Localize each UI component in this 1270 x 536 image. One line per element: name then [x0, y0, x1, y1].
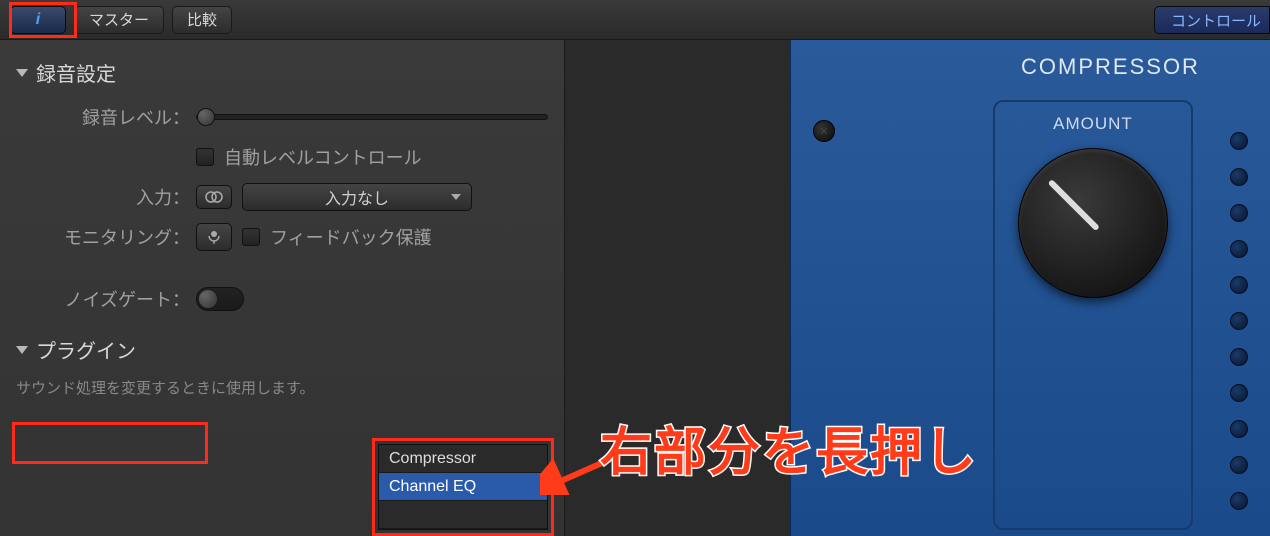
stereo-icon: [204, 190, 224, 204]
input-select[interactable]: 入力なし: [242, 183, 472, 211]
amount-knob[interactable]: [1018, 148, 1168, 298]
master-tab[interactable]: マスター: [74, 6, 164, 34]
plugin-header-label: プラグイン: [36, 335, 136, 364]
led: [1230, 420, 1248, 438]
auto-level-label: 自動レベルコントロール: [224, 144, 422, 170]
led: [1230, 456, 1248, 474]
led: [1230, 276, 1248, 294]
monitoring-label: モニタリング：: [16, 224, 196, 250]
info-button[interactable]: i: [10, 6, 66, 34]
amount-frame: AMOUNT: [993, 100, 1193, 530]
noise-gate-row: ノイズゲート：: [16, 283, 548, 315]
noise-gate-label: ノイズゲート：: [16, 286, 196, 312]
recording-header-label: 録音設定: [36, 58, 116, 87]
input-row: 入力： 入力なし: [16, 181, 548, 213]
stereo-mode-button[interactable]: [196, 185, 232, 209]
plugin-slots: Compressor Channel EQ: [378, 444, 548, 530]
plugin-slot-empty[interactable]: [379, 501, 547, 529]
compressor-title: COMPRESSOR: [971, 54, 1250, 80]
screw-icon: [813, 120, 835, 142]
led: [1230, 168, 1248, 186]
led: [1230, 240, 1248, 258]
recording-section-header[interactable]: 録音設定: [16, 58, 548, 87]
level-slider[interactable]: [196, 114, 548, 120]
disclosure-down-icon: [16, 69, 28, 77]
info-icon: i: [36, 11, 40, 29]
toggle-knob: [199, 290, 217, 308]
level-label: 録音レベル：: [16, 104, 196, 130]
left-panel: 録音設定 録音レベル： 自動レベルコントロール 入力： 入力: [0, 40, 565, 536]
led: [1230, 204, 1248, 222]
auto-level-checkbox[interactable]: [196, 148, 214, 166]
feedback-checkbox[interactable]: [242, 228, 260, 246]
monitoring-button[interactable]: [196, 223, 232, 251]
plugin-slot-compressor[interactable]: Compressor: [379, 445, 547, 473]
plugin-section-header[interactable]: プラグイン: [16, 335, 548, 364]
auto-level-row: 自動レベルコントロール: [16, 141, 548, 173]
main-area: 録音設定 録音レベル： 自動レベルコントロール 入力： 入力: [0, 40, 1270, 536]
plugin-slot-channel-eq[interactable]: Channel EQ: [379, 473, 547, 501]
slider-thumb[interactable]: [197, 108, 215, 126]
led: [1230, 132, 1248, 150]
monitoring-row: モニタリング： フィードバック保護: [16, 221, 548, 253]
plugin-description: サウンド処理を変更するときに使用します。: [16, 378, 336, 401]
led: [1230, 384, 1248, 402]
compressor-panel: COMPRESSOR AMOUNT: [790, 40, 1270, 536]
compare-tab[interactable]: 比較: [172, 6, 232, 34]
mic-icon: [206, 228, 222, 246]
control-button[interactable]: コントロール: [1154, 6, 1270, 34]
knob-pointer: [1048, 179, 1100, 231]
amount-label: AMOUNT: [1007, 114, 1179, 134]
noise-gate-toggle[interactable]: [196, 287, 244, 311]
input-label: 入力：: [16, 184, 196, 210]
led: [1230, 492, 1248, 510]
level-row: 録音レベル：: [16, 101, 548, 133]
led: [1230, 348, 1248, 366]
right-area: COMPRESSOR AMOUNT: [565, 40, 1270, 536]
feedback-label: フィードバック保護: [270, 224, 432, 250]
toolbar: i マスター 比較 コントロール: [0, 0, 1270, 40]
disclosure-down-icon: [16, 346, 28, 354]
highlight-plugin-header: [12, 422, 208, 464]
led: [1230, 312, 1248, 330]
led-meter: [1230, 132, 1248, 510]
